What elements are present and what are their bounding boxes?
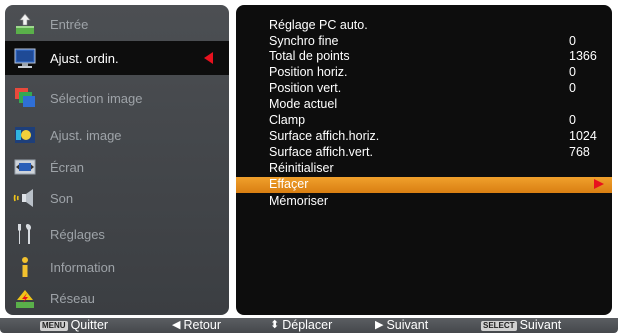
menu-item-ecran[interactable]: Écran: [5, 150, 229, 184]
up-down-arrow-icon: ⬍: [270, 319, 280, 331]
hint-move: ⬍ Déplacer: [270, 318, 332, 333]
submenu-row[interactable]: Mode actuel: [236, 97, 612, 112]
speaker-icon: [12, 185, 38, 211]
tools-icon: [12, 221, 38, 247]
menu-item-entree[interactable]: Entrée: [5, 7, 229, 41]
menu-item-label: Son: [50, 190, 74, 206]
row-value: 1024: [569, 129, 597, 143]
row-value: 0: [569, 65, 576, 79]
submenu-row[interactable]: Clamp 0: [236, 113, 612, 128]
submenu-row[interactable]: Surface affich.vert. 768: [236, 145, 612, 160]
row-value: 0: [569, 113, 576, 127]
row-label: Mode actuel: [269, 97, 338, 111]
row-value: 1366: [569, 49, 597, 63]
hint-label: Retour: [183, 318, 221, 332]
row-label: Position horiz.: [269, 65, 348, 79]
menu-item-label: Réseau: [50, 290, 95, 306]
row-label: Réglage PC auto.: [269, 18, 368, 32]
hint-label: Suivant: [386, 318, 429, 332]
hint-quit: MENU Quitter: [40, 318, 108, 333]
input-arrow-icon: [12, 11, 38, 37]
main-menu-panel: Entrée Ajust. ordin. Sélection image Aju…: [5, 5, 229, 315]
menu-item-label: Réglages: [50, 226, 105, 242]
row-label: Total de points: [269, 49, 350, 63]
network-icon: [12, 285, 38, 311]
submenu-row[interactable]: Total de points 1366: [236, 49, 612, 64]
row-label: Effaçer: [269, 177, 309, 191]
navigation-hint-bar: MENU Quitter ◀ Retour ⬍ Déplacer ▶ Suiva…: [0, 318, 618, 333]
menu-item-label: Entrée: [50, 16, 89, 32]
image-select-icon: [12, 85, 38, 111]
hint-back: ◀ Retour: [172, 318, 221, 333]
row-label: Synchro fine: [269, 34, 339, 48]
submenu-panel: Réglage PC auto. Synchro fine 0 Total de…: [236, 5, 612, 315]
row-value: 0: [569, 34, 576, 48]
hint-next: ▶ Suivant: [375, 318, 428, 333]
row-label: Mémoriser: [269, 194, 329, 208]
row-label: Réinitialiser: [269, 161, 334, 175]
selection-arrow-icon: [594, 179, 604, 189]
menu-item-label: Ajust. image: [50, 127, 122, 143]
row-label: Position vert.: [269, 81, 342, 95]
info-icon: [12, 254, 38, 280]
submenu-row[interactable]: Position vert. 0: [236, 81, 612, 96]
row-label: Surface affich.vert.: [269, 145, 373, 159]
hint-select: SELECT Suivant: [481, 318, 561, 333]
active-pointer-icon: [204, 52, 213, 64]
submenu-row[interactable]: Position horiz. 0: [236, 65, 612, 80]
hint-label: Déplacer: [282, 318, 333, 332]
submenu-row-selected[interactable]: Effaçer: [236, 177, 612, 193]
menu-item-selection-image[interactable]: Sélection image: [5, 81, 229, 115]
menu-item-son[interactable]: Son: [5, 181, 229, 215]
hint-label: Quitter: [70, 318, 109, 332]
projector-osd-menu: Entrée Ajust. ordin. Sélection image Aju…: [0, 0, 618, 333]
submenu-row[interactable]: Réinitialiser: [236, 161, 612, 176]
menu-item-reseau[interactable]: Réseau: [5, 281, 229, 315]
screen-resize-icon: [12, 154, 38, 180]
menu-item-label: Information: [50, 259, 116, 275]
row-label: Clamp: [269, 113, 306, 127]
row-label: Surface affich.horiz.: [269, 129, 380, 143]
left-arrow-icon: ◀: [172, 319, 181, 331]
menu-item-label: Écran: [50, 159, 84, 175]
menu-item-ajust-ordin[interactable]: Ajust. ordin.: [5, 41, 229, 75]
submenu-row[interactable]: Surface affich.horiz. 1024: [236, 129, 612, 144]
menu-item-information[interactable]: Information: [5, 250, 229, 284]
select-key-icon: SELECT: [481, 320, 517, 331]
right-arrow-icon: ▶: [375, 319, 384, 331]
computer-monitor-icon: [12, 45, 38, 71]
submenu-row[interactable]: Réglage PC auto.: [236, 18, 612, 33]
image-adjust-icon: [12, 122, 38, 148]
menu-item-ajust-image[interactable]: Ajust. image: [5, 118, 229, 152]
menu-item-reglages[interactable]: Réglages: [5, 217, 229, 251]
submenu-row[interactable]: Synchro fine 0: [236, 34, 612, 49]
hint-label: Suivant: [519, 318, 562, 332]
row-value: 0: [569, 81, 576, 95]
menu-key-icon: MENU: [40, 320, 68, 331]
menu-item-label: Sélection image: [50, 90, 143, 106]
submenu-row[interactable]: Mémoriser: [236, 194, 612, 209]
row-value: 768: [569, 145, 590, 159]
menu-item-label: Ajust. ordin.: [50, 50, 119, 66]
